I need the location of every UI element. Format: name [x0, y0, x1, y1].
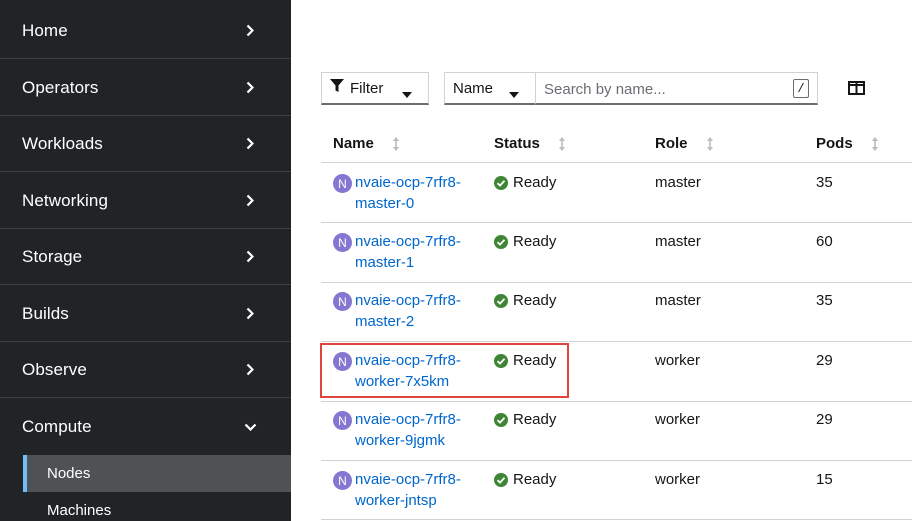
- chevron-right-icon: [243, 24, 257, 38]
- node-status: Ready: [513, 174, 557, 191]
- node-pods: 60: [816, 233, 833, 250]
- check-circle-icon: [494, 413, 508, 427]
- column-header-label: Name: [333, 135, 374, 152]
- nav-item-label: Builds: [22, 303, 69, 323]
- filter-type-select[interactable]: Name: [444, 72, 536, 105]
- node-name-link[interactable]: nvaie-ocp-7rfr8- worker-9jgmk: [355, 409, 485, 451]
- table-divider: [321, 162, 912, 163]
- chevron-right-icon: [243, 81, 257, 95]
- table-divider: [321, 401, 912, 402]
- check-circle-icon: [494, 294, 508, 308]
- manage-columns-icon[interactable]: [848, 80, 866, 96]
- node-badge-icon: N: [333, 411, 352, 430]
- node-name-link[interactable]: nvaie-ocp-7rfr8- master-0: [355, 172, 485, 214]
- nav-item-workloads[interactable]: Workloads: [0, 116, 291, 172]
- node-pods: 15: [816, 471, 833, 488]
- node-status: Ready: [513, 411, 557, 428]
- filter-type-label: Name: [453, 79, 494, 97]
- caret-down-icon: [509, 85, 519, 102]
- nav-item-label: Storage: [22, 246, 83, 266]
- filter-icon: [330, 79, 344, 97]
- chevron-right-icon: [243, 137, 257, 151]
- node-badge-icon: N: [333, 471, 352, 490]
- node-pods: 29: [816, 352, 833, 369]
- column-header-status[interactable]: Status: [494, 135, 566, 152]
- nav-item-operators[interactable]: Operators: [0, 60, 291, 116]
- node-pods: 29: [816, 411, 833, 428]
- nav-item-home[interactable]: Home: [0, 3, 291, 59]
- column-header-label: Pods: [816, 135, 853, 152]
- caret-down-icon: [402, 85, 412, 102]
- node-role: worker: [655, 411, 701, 428]
- nav-item-storage[interactable]: Storage: [0, 229, 291, 285]
- node-status: Ready: [513, 471, 557, 488]
- nav-item-observe[interactable]: Observe: [0, 342, 291, 398]
- filter-dropdown[interactable]: Filter: [321, 72, 429, 105]
- check-circle-icon: [494, 235, 508, 249]
- node-status: Ready: [513, 233, 557, 250]
- chevron-right-icon: [243, 363, 257, 377]
- node-pods: 35: [816, 292, 833, 309]
- column-header-label: Role: [655, 135, 688, 152]
- table-divider: [321, 222, 912, 223]
- nav-subitem-label: Machines: [47, 502, 112, 519]
- node-badge-icon: N: [333, 292, 352, 311]
- node-name-link[interactable]: nvaie-ocp-7rfr8- worker-jntsp: [355, 469, 485, 511]
- nav-subitem-label: Nodes: [47, 465, 91, 482]
- nav-item-label: Operators: [22, 77, 99, 97]
- node-role: master: [655, 292, 701, 309]
- sort-icon: [392, 136, 400, 152]
- column-header-role[interactable]: Role: [655, 135, 714, 152]
- node-pods: 35: [816, 174, 833, 191]
- search-box: /: [535, 72, 818, 105]
- column-header-name[interactable]: Name: [333, 135, 400, 152]
- node-name-link[interactable]: nvaie-ocp-7rfr8- master-2: [355, 290, 485, 332]
- node-name-link[interactable]: nvaie-ocp-7rfr8- master-1: [355, 231, 485, 273]
- sidebar: Home Operators Workloads Networking Stor…: [0, 0, 291, 521]
- node-badge-icon: N: [333, 174, 352, 193]
- nav-item-label: Observe: [22, 359, 87, 379]
- chevron-right-icon: [243, 307, 257, 321]
- nav-item-label: Compute: [22, 417, 92, 436]
- column-header-label: Status: [494, 135, 540, 152]
- node-role: master: [655, 233, 701, 250]
- sort-icon: [558, 136, 566, 152]
- node-role: worker: [655, 471, 701, 488]
- check-circle-icon: [494, 473, 508, 487]
- nav-subitem-machines[interactable]: Machines: [23, 492, 291, 521]
- node-role: worker: [655, 352, 701, 369]
- sort-icon: [706, 136, 714, 152]
- nav-item-compute[interactable]: Compute: [0, 399, 291, 455]
- node-status: Ready: [513, 292, 557, 309]
- keyboard-shortcut-hint: /: [793, 79, 809, 98]
- chevron-down-icon: [243, 420, 257, 434]
- highlight-annotation: [320, 343, 569, 398]
- filter-label: Filter: [350, 79, 384, 97]
- table-divider: [321, 282, 912, 283]
- table-divider: [321, 519, 912, 520]
- table-divider: [321, 460, 912, 461]
- chevron-right-icon: [243, 250, 257, 264]
- sort-icon: [871, 136, 879, 152]
- nav-subitem-nodes[interactable]: Nodes: [23, 455, 291, 492]
- nav-item-label: Home: [22, 20, 68, 40]
- nav-item-networking[interactable]: Networking: [0, 173, 291, 229]
- column-header-pods[interactable]: Pods: [816, 135, 879, 152]
- chevron-right-icon: [243, 194, 257, 208]
- node-badge-icon: N: [333, 233, 352, 252]
- table-divider: [321, 341, 912, 342]
- check-circle-icon: [494, 176, 508, 190]
- nav-item-label: Workloads: [22, 133, 103, 153]
- nav-item-builds[interactable]: Builds: [0, 286, 291, 342]
- node-role: master: [655, 174, 701, 191]
- search-input[interactable]: [544, 79, 784, 99]
- nav-item-label: Networking: [22, 190, 109, 210]
